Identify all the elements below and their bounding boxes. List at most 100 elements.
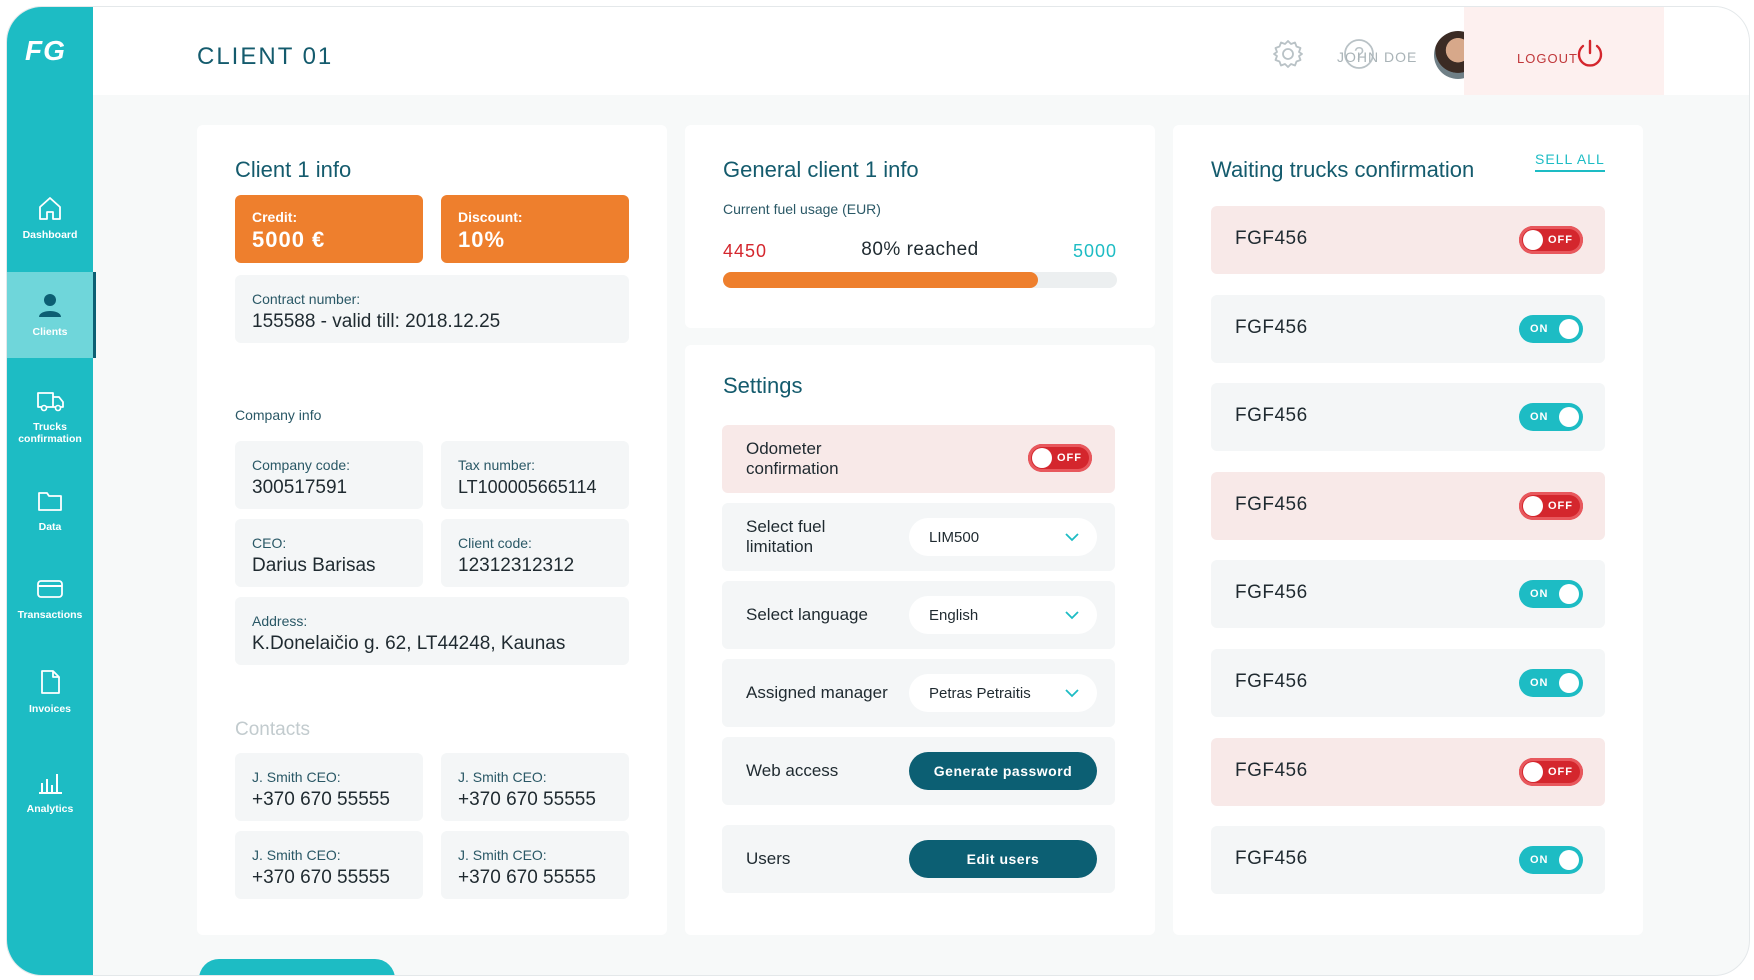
address-label: Address: — [252, 613, 308, 629]
logout-button[interactable]: LOGOUT — [1517, 51, 1578, 66]
truck-row: FGF456 ON — [1211, 826, 1605, 895]
truck-plate: FGF456 — [1235, 228, 1308, 249]
contact-tile: J. Smith CEO: +370 670 55555 — [441, 831, 629, 899]
bottom-action-button[interactable] — [199, 959, 395, 975]
fuel-limit-select[interactable]: LIM500 — [909, 518, 1097, 556]
sidebar-item-transactions[interactable]: Transactions — [7, 573, 93, 621]
credit-tile: Credit: 5000 € — [235, 195, 423, 263]
credit-value: 5000 € — [252, 227, 326, 252]
address-tile: Address: K.Donelaičio g. 62, LT44248, Ka… — [235, 597, 629, 665]
fuel-usage-label: Current fuel usage (EUR) — [723, 201, 881, 217]
contact-tile: J. Smith CEO: +370 670 55555 — [235, 831, 423, 899]
page-title: CLIENT 01 — [197, 43, 334, 70]
truck-row: FGF456 ON — [1211, 383, 1605, 452]
truck-confirm-toggle[interactable]: OFF — [1519, 491, 1583, 520]
truck-confirm-toggle[interactable]: ON — [1519, 314, 1583, 343]
odometer-row: Odometer confirmation OFF — [722, 425, 1115, 493]
user-name: JOHN DOE — [1337, 49, 1418, 65]
manager-select[interactable]: Petras Petraitis — [909, 674, 1097, 712]
language-select[interactable]: English — [909, 596, 1097, 634]
app-logo[interactable]: FG — [25, 35, 66, 67]
sidebar-item-label: Clients — [32, 326, 68, 338]
language-value: English — [929, 607, 979, 624]
edit-users-button[interactable]: Edit users — [909, 840, 1097, 878]
settings-title: Settings — [723, 373, 803, 398]
tax-number-value: LT100005665114 — [458, 477, 597, 497]
sell-all-link[interactable]: SELL ALL — [1535, 151, 1605, 172]
contact-phone[interactable]: +370 670 55555 — [252, 789, 390, 811]
truck-plate: FGF456 — [1235, 848, 1308, 870]
sidebar-item-analytics[interactable]: Analytics — [7, 767, 93, 815]
contact-label: J. Smith CEO: — [458, 847, 547, 863]
sidebar-item-clients[interactable]: Clients — [7, 272, 96, 358]
folder-icon — [38, 492, 62, 511]
toggle-state-text: OFF — [1548, 234, 1573, 246]
toggle-knob — [1032, 448, 1052, 468]
contact-phone[interactable]: +370 670 55555 — [458, 867, 596, 889]
home-icon — [39, 197, 61, 220]
toggle-state-text: ON — [1530, 322, 1549, 335]
truck-row: FGF456 ON — [1211, 294, 1605, 363]
truck-confirm-toggle[interactable]: ON — [1519, 669, 1583, 697]
ceo-label: CEO: — [252, 535, 287, 551]
sidebar: FG Dashboard Clients Trucks confirmation… — [7, 7, 96, 975]
web-access-row: Web access Generate password — [722, 737, 1115, 805]
power-icon[interactable] — [1573, 37, 1607, 71]
company-code-value: 300517591 — [252, 477, 348, 498]
truck-row: FGF456 OFF — [1211, 737, 1605, 806]
toggle-knob — [1523, 230, 1543, 250]
fuel-progress-bar — [723, 272, 1117, 288]
toggle-state-text: ON — [1530, 588, 1549, 601]
user-icon — [39, 294, 61, 317]
contact-phone[interactable]: +370 670 55555 — [458, 789, 596, 811]
contract-tile: Contract number: 155588 - valid till: 20… — [235, 275, 629, 343]
generate-password-button[interactable]: Generate password — [909, 752, 1097, 790]
contract-label: Contract number: — [252, 291, 361, 307]
fuel-progress-fill — [723, 272, 1039, 288]
sidebar-item-label: Invoices — [28, 703, 72, 715]
contact-phone[interactable]: +370 670 55555 — [252, 867, 390, 889]
sidebar-item-label: Trucks confirmation — [18, 421, 82, 445]
sidebar-item-data[interactable]: Data — [7, 485, 93, 533]
web-access-label: Web access — [746, 761, 839, 780]
sidebar-item-dashboard[interactable]: Dashboard — [7, 193, 93, 241]
sidebar-item-label: Data — [38, 521, 62, 533]
fuel-limit-value: LIM500 — [929, 529, 980, 546]
truck-plate: FGF456 — [1235, 671, 1308, 692]
contacts-heading: Contacts — [235, 719, 310, 740]
general-info-title: General client 1 info — [723, 157, 919, 182]
truck-confirm-toggle[interactable]: ON — [1519, 403, 1583, 432]
tax-number-tile: Tax number: LT100005665114 — [441, 441, 629, 509]
client-info-title: Client 1 info — [235, 157, 352, 182]
odometer-toggle[interactable]: OFF — [1028, 444, 1092, 472]
client-code-value: 12312312312 — [458, 555, 575, 576]
settings-gear-icon[interactable] — [1271, 37, 1305, 71]
tax-number-label: Tax number: — [458, 457, 536, 473]
toggle-state-text: ON — [1530, 854, 1549, 867]
truck-plate: FGF456 — [1235, 582, 1308, 604]
toggle-knob — [1523, 495, 1543, 516]
truck-confirm-toggle[interactable]: OFF — [1519, 226, 1583, 254]
truck-plate: FGF456 — [1235, 759, 1308, 781]
client-info-card: Client 1 info Credit: 5000 € Discount: 1… — [197, 125, 667, 935]
truck-plate: FGF456 — [1235, 405, 1308, 427]
manager-label: Assigned manager — [746, 683, 888, 702]
toggle-state-text: OFF — [1548, 765, 1573, 778]
general-info-card: General client 1 info Current fuel usage… — [685, 125, 1155, 328]
language-row: Select language English — [722, 581, 1115, 649]
sidebar-item-invoices[interactable]: Invoices — [7, 667, 93, 715]
truck-confirm-toggle[interactable]: ON — [1519, 846, 1583, 875]
sidebar-item-trucks[interactable]: Trucks confirmation — [7, 385, 93, 445]
toggle-state-text: ON — [1530, 677, 1549, 689]
bar-chart-icon — [39, 774, 62, 794]
toggle-state-text: ON — [1530, 411, 1549, 424]
truck-confirm-toggle[interactable]: OFF — [1519, 757, 1583, 786]
ceo-value: Darius Barisas — [252, 555, 376, 576]
sidebar-item-label: Dashboard — [22, 229, 78, 241]
fuel-max-value: 5000 — [1072, 241, 1117, 261]
users-row: Users Edit users — [722, 825, 1115, 893]
truck-confirm-toggle[interactable]: ON — [1519, 580, 1583, 609]
truck-plate: FGF456 — [1235, 316, 1308, 338]
chevron-down-icon — [1065, 689, 1079, 698]
discount-tile: Discount: 10% — [441, 195, 629, 263]
